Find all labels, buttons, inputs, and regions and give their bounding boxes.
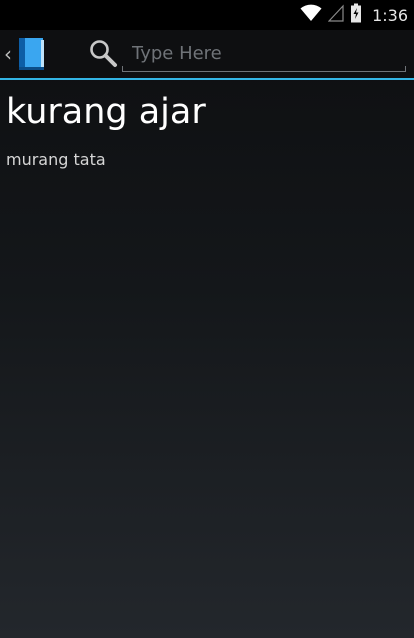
up-caret-icon[interactable]: ‹ <box>4 44 12 64</box>
wifi-icon <box>300 4 322 26</box>
status-bar: 1:36 <box>0 0 414 30</box>
book-icon[interactable] <box>14 36 46 76</box>
entry-word: kurang ajar <box>6 92 206 132</box>
entry-definition: murang tata <box>6 150 106 169</box>
status-icons: 1:36 <box>300 0 408 30</box>
status-time: 1:36 <box>372 5 408 25</box>
search-underline <box>122 66 406 72</box>
cell-signal-icon <box>327 4 344 26</box>
search-field[interactable] <box>122 36 406 72</box>
search-input[interactable] <box>122 36 406 70</box>
action-bar-divider <box>0 78 414 80</box>
battery-charging-icon <box>350 3 362 27</box>
search-icon[interactable] <box>88 38 118 72</box>
